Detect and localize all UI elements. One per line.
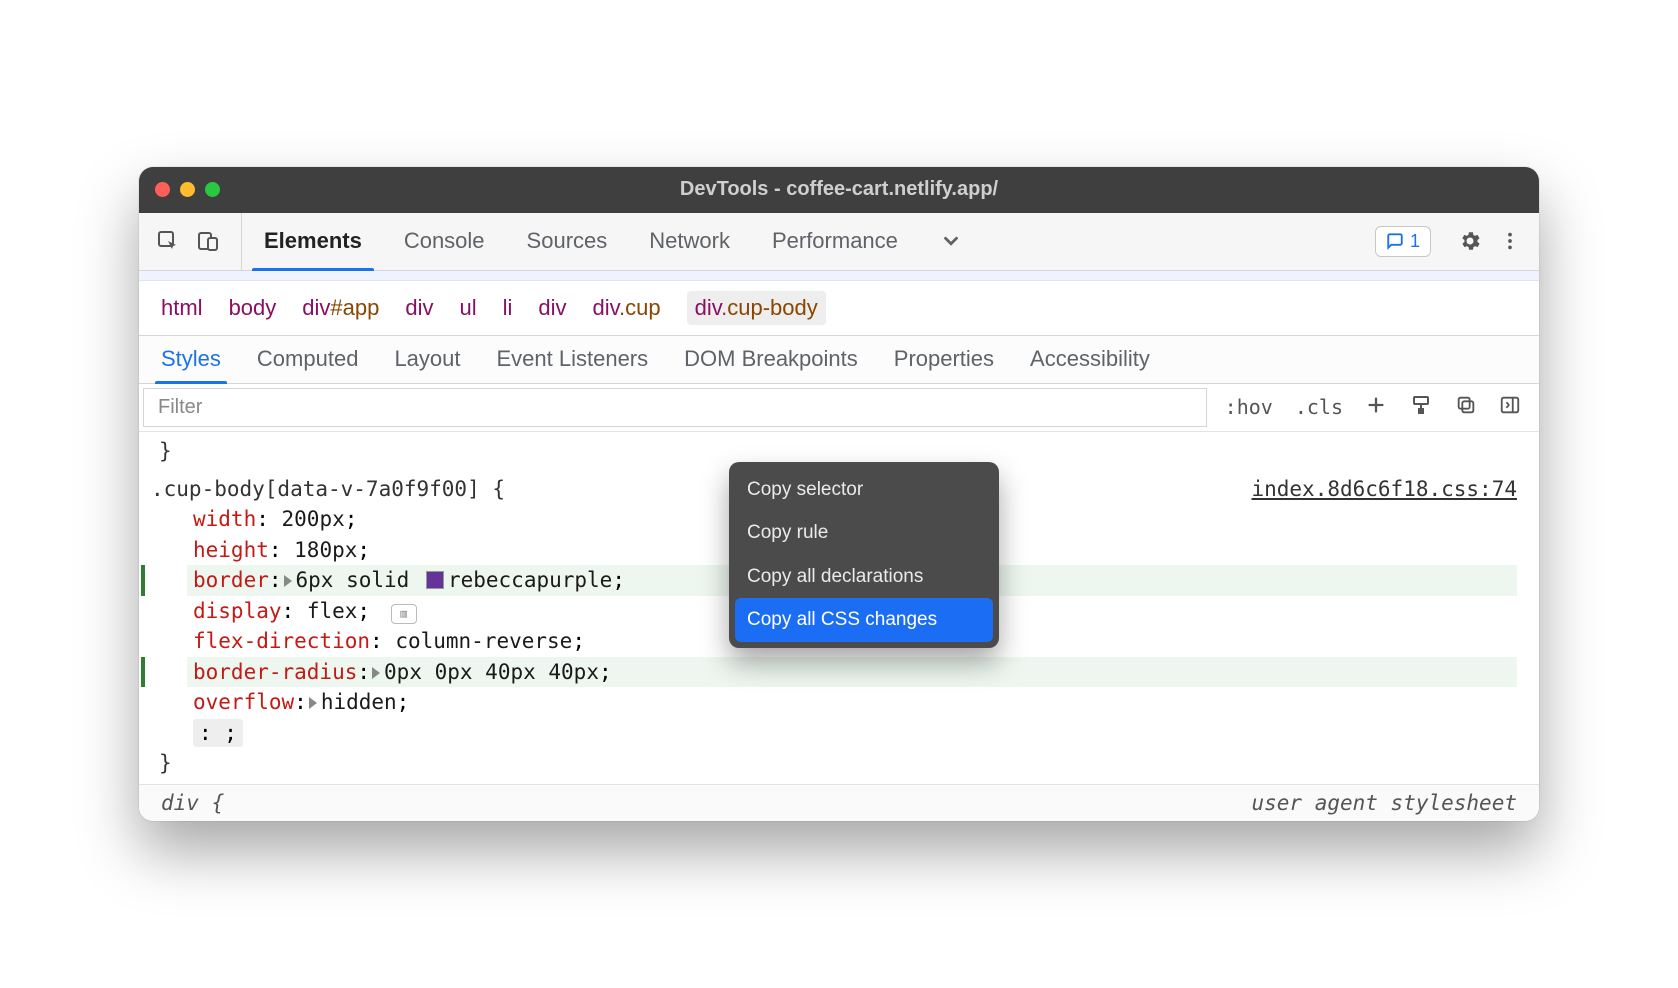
- ctx-copy-css-changes[interactable]: Copy all CSS changes: [735, 598, 993, 642]
- context-menu: Copy selector Copy rule Copy all declara…: [729, 462, 999, 648]
- ua-label: user agent stylesheet: [1251, 791, 1517, 815]
- device-toggle-icon[interactable]: [193, 226, 223, 256]
- crumb-div-cup-body[interactable]: div.cup-body: [687, 291, 826, 325]
- breadcrumb: html body div#app div ul li div div.cup …: [139, 281, 1539, 336]
- subtab-dom-breakpoints[interactable]: DOM Breakpoints: [684, 336, 858, 383]
- tab-elements[interactable]: Elements: [260, 212, 366, 270]
- filter-input[interactable]: [143, 388, 1207, 427]
- tab-sources[interactable]: Sources: [523, 212, 612, 270]
- ctx-copy-selector[interactable]: Copy selector: [735, 468, 993, 512]
- css-source-link[interactable]: index.8d6c6f18.css:74: [1251, 474, 1517, 504]
- kebab-icon[interactable]: [1495, 226, 1525, 256]
- expand-icon[interactable]: [372, 667, 380, 679]
- ua-stylesheet-row: div { user agent stylesheet: [139, 784, 1539, 821]
- crumb-li[interactable]: li: [503, 295, 513, 321]
- subtab-styles[interactable]: Styles: [161, 336, 221, 383]
- expand-icon[interactable]: [309, 697, 317, 709]
- more-tabs-icon[interactable]: [936, 212, 966, 270]
- filter-buttons: :hov .cls: [1207, 384, 1539, 431]
- close-icon[interactable]: [155, 182, 170, 197]
- crumb-html[interactable]: html: [161, 295, 203, 321]
- minimize-icon[interactable]: [180, 182, 195, 197]
- tab-performance[interactable]: Performance: [768, 212, 902, 270]
- decl-border-radius[interactable]: border-radius:0px 0px 40px 40px;: [187, 657, 1517, 687]
- issues-badge[interactable]: 1: [1375, 226, 1431, 257]
- tab-network[interactable]: Network: [645, 212, 734, 270]
- ctx-copy-rule[interactable]: Copy rule: [735, 511, 993, 555]
- brush-icon[interactable]: [1405, 393, 1437, 422]
- window-title: DevTools - coffee-cart.netlify.app/: [680, 178, 998, 201]
- subtab-event-listeners[interactable]: Event Listeners: [497, 336, 649, 383]
- flex-editor-icon[interactable]: ▥: [391, 604, 417, 624]
- crumb-div[interactable]: div: [405, 295, 433, 321]
- decl-new[interactable]: : ;: [187, 718, 1517, 748]
- copy-icon[interactable]: [1451, 394, 1481, 421]
- top-tabs: Elements Console Sources Network Perform…: [260, 212, 966, 270]
- crumb-ul[interactable]: ul: [459, 295, 476, 321]
- ctx-copy-all-decls[interactable]: Copy all declarations: [735, 555, 993, 599]
- separator: [241, 212, 242, 270]
- window-controls: [155, 182, 220, 197]
- tab-console[interactable]: Console: [400, 212, 489, 270]
- css-selector[interactable]: .cup-body[data-v-7a0f9f00] {: [151, 474, 505, 504]
- subtab-properties[interactable]: Properties: [894, 336, 994, 383]
- subtab-accessibility[interactable]: Accessibility: [1030, 336, 1150, 383]
- panel-toggle-icon[interactable]: [1495, 394, 1525, 421]
- dom-peek: [139, 271, 1539, 281]
- styles-subtabs: Styles Computed Layout Event Listeners D…: [139, 336, 1539, 384]
- decl-overflow[interactable]: overflow:hidden;: [187, 687, 1517, 717]
- styles-pane: } .cup-body[data-v-7a0f9f00] { index.8d6…: [139, 432, 1539, 785]
- subtab-layout[interactable]: Layout: [394, 336, 460, 383]
- devtools-window: DevTools - coffee-cart.netlify.app/ Elem…: [139, 167, 1539, 822]
- color-swatch-icon[interactable]: [426, 571, 444, 589]
- css-rule-close: }: [145, 748, 1517, 778]
- ua-selector: div {: [161, 791, 224, 815]
- issues-count: 1: [1410, 231, 1420, 252]
- crumb-div-app[interactable]: div#app: [302, 295, 379, 321]
- new-rule-icon[interactable]: [1361, 394, 1391, 421]
- main-toolbar: Elements Console Sources Network Perform…: [139, 213, 1539, 271]
- subtab-computed[interactable]: Computed: [257, 336, 359, 383]
- zoom-icon[interactable]: [205, 182, 220, 197]
- crumb-div-cup[interactable]: div.cup: [593, 295, 661, 321]
- inspect-icon[interactable]: [153, 226, 183, 256]
- cls-toggle[interactable]: .cls: [1291, 395, 1347, 419]
- gear-icon[interactable]: [1455, 226, 1485, 256]
- titlebar: DevTools - coffee-cart.netlify.app/: [139, 167, 1539, 213]
- crumb-body[interactable]: body: [229, 295, 277, 321]
- styles-filter-bar: :hov .cls: [139, 384, 1539, 432]
- crumb-div2[interactable]: div: [538, 295, 566, 321]
- expand-icon[interactable]: [284, 575, 292, 587]
- hov-toggle[interactable]: :hov: [1221, 395, 1277, 419]
